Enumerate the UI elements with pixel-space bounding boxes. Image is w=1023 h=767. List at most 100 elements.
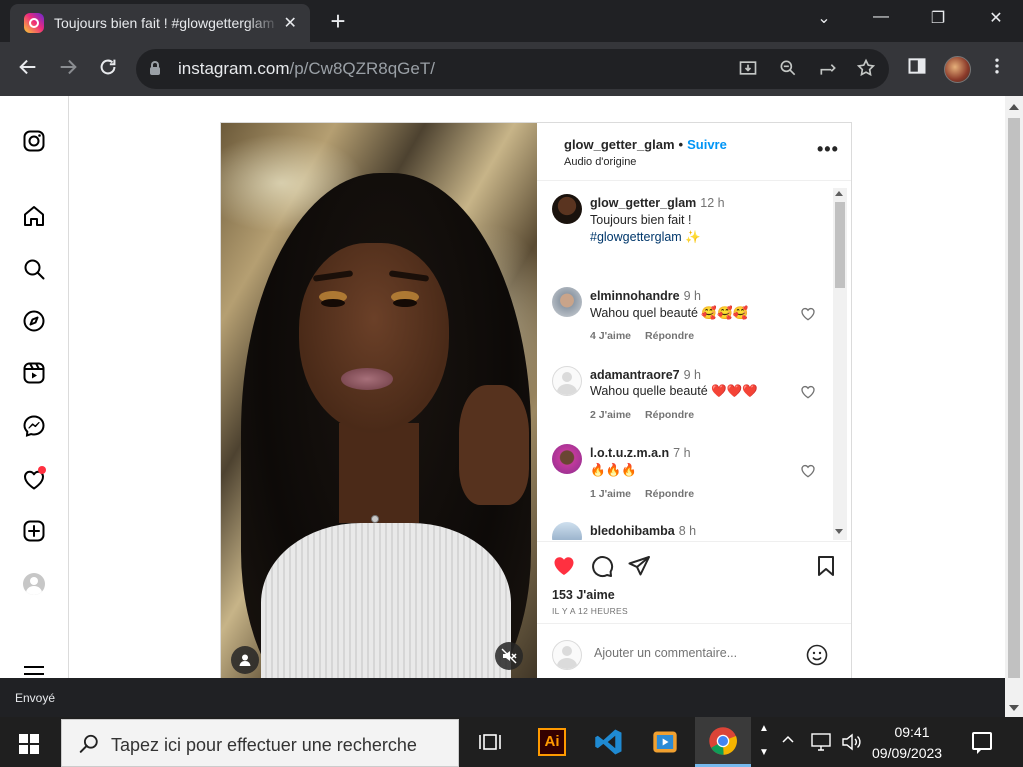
comment-avatar[interactable] bbox=[552, 287, 582, 317]
minimize-button[interactable]: — bbox=[866, 8, 896, 26]
install-app-icon[interactable] bbox=[737, 58, 759, 80]
like-comment-heart-icon[interactable] bbox=[800, 306, 816, 322]
illustrator-icon: Ai bbox=[538, 728, 566, 756]
illustrator-taskbar-button[interactable]: Ai bbox=[523, 717, 579, 767]
url-text[interactable]: instagram.com/p/Cw8QZR8qGeT/ bbox=[178, 59, 435, 79]
caption-time: 12 h bbox=[700, 196, 725, 210]
clock-date[interactable]: 09/09/2023 bbox=[872, 745, 942, 761]
home-icon[interactable] bbox=[22, 204, 46, 228]
tab-close-icon[interactable]: ✕ bbox=[280, 13, 300, 33]
more-menu-icon[interactable] bbox=[24, 666, 44, 678]
original-audio-link[interactable]: Audio d'origine bbox=[564, 156, 636, 168]
hashtag-link[interactable]: #glowgetterglam bbox=[590, 230, 682, 244]
address-bar[interactable]: instagram.com/p/Cw8QZR8qGeT/ bbox=[136, 49, 889, 89]
instagram-page: glow_getter_glam • Suivre Audio d'origine … bbox=[0, 96, 1005, 678]
comment-likes[interactable]: 1 J'aime bbox=[590, 488, 631, 500]
notification-center-icon[interactable] bbox=[972, 732, 992, 754]
reload-icon[interactable] bbox=[94, 56, 122, 84]
comment-bubble-icon[interactable] bbox=[590, 554, 614, 578]
current-user-avatar bbox=[552, 640, 582, 670]
emoji-picker-icon[interactable] bbox=[805, 643, 829, 667]
side-panel-icon[interactable] bbox=[904, 56, 930, 82]
more-options-icon[interactable]: ••• bbox=[817, 139, 839, 160]
page-scrollbar[interactable] bbox=[1005, 96, 1023, 717]
chrome-menu-icon[interactable] bbox=[984, 56, 1010, 82]
post-details-pane: glow_getter_glam • Suivre Audio d'origine … bbox=[537, 123, 851, 678]
clock-time[interactable]: 09:41 bbox=[892, 724, 932, 740]
share-icon[interactable] bbox=[817, 58, 839, 80]
tagged-people-button[interactable] bbox=[231, 646, 259, 674]
like-comment-heart-icon[interactable] bbox=[800, 463, 816, 479]
header-separator: • bbox=[678, 137, 684, 152]
caption-username[interactable]: glow_getter_glam 12 h bbox=[590, 196, 725, 210]
save-bookmark-icon[interactable] bbox=[814, 554, 838, 578]
browser-tab-bar: Toujours bien fait ! #glowgetterglam ✕ +… bbox=[0, 0, 1023, 42]
comment-username[interactable]: l.o.t.u.z.m.a.n 7 h bbox=[590, 446, 691, 460]
windows-start-icon[interactable] bbox=[19, 734, 39, 754]
network-icon[interactable] bbox=[810, 731, 832, 758]
reply-button[interactable]: Répondre bbox=[645, 409, 694, 421]
comment-likes[interactable]: 4 J'aime bbox=[590, 330, 631, 342]
search-icon bbox=[79, 734, 98, 753]
vscode-taskbar-button[interactable] bbox=[581, 717, 637, 767]
comment-text: 🔥🔥🔥 bbox=[590, 463, 637, 477]
explore-compass-icon[interactable] bbox=[22, 309, 46, 333]
post-video[interactable] bbox=[221, 123, 537, 678]
taskbar-search-box[interactable]: Tapez ici pour effectuer une recherche bbox=[61, 719, 459, 767]
search-icon[interactable] bbox=[22, 257, 46, 281]
mute-button[interactable] bbox=[495, 642, 523, 670]
forward-arrow-icon[interactable] bbox=[54, 56, 82, 84]
browser-tab-instagram[interactable]: Toujours bien fait ! #glowgetterglam ✕ bbox=[10, 4, 310, 42]
tab-title: Toujours bien fait ! #glowgetterglam bbox=[54, 15, 275, 31]
add-comment-input[interactable] bbox=[594, 646, 794, 660]
messenger-icon[interactable] bbox=[22, 414, 46, 438]
zoom-icon[interactable] bbox=[777, 58, 799, 80]
like-heart-icon[interactable] bbox=[552, 554, 576, 578]
comment-avatar[interactable] bbox=[552, 522, 582, 540]
comments-scrollbar[interactable] bbox=[833, 188, 847, 540]
task-view-button[interactable] bbox=[462, 717, 518, 767]
taskbar-overflow-arrows[interactable]: ▲ ▼ bbox=[753, 717, 773, 767]
profile-avatar[interactable] bbox=[944, 56, 971, 83]
comment-username[interactable]: adamantraore7 9 h bbox=[590, 368, 701, 382]
notifications-heart-icon[interactable] bbox=[22, 466, 46, 492]
comment-meta: 2 J'aime Répondre bbox=[590, 409, 694, 421]
show-hidden-icons-chevron-icon[interactable] bbox=[780, 731, 796, 752]
task-view-icon bbox=[479, 734, 501, 750]
new-tab-button[interactable]: + bbox=[324, 8, 352, 34]
comment-avatar[interactable] bbox=[552, 444, 582, 474]
media-player-taskbar-button[interactable] bbox=[637, 717, 693, 767]
notification-dot bbox=[38, 466, 46, 474]
chrome-taskbar-button[interactable] bbox=[695, 717, 751, 767]
reply-button[interactable]: Répondre bbox=[645, 330, 694, 342]
maximize-button[interactable]: ❐ bbox=[923, 8, 953, 28]
comments-list[interactable]: glow_getter_glam 12 h Toujours bien fait … bbox=[537, 182, 851, 540]
reply-button[interactable]: Répondre bbox=[645, 488, 694, 500]
follow-button[interactable]: Suivre bbox=[687, 137, 727, 152]
bookmark-star-icon[interactable] bbox=[855, 58, 877, 80]
back-arrow-icon[interactable] bbox=[14, 56, 42, 84]
tab-search-dropdown-icon[interactable]: ⌄ bbox=[809, 8, 839, 28]
post-author-username[interactable]: glow_getter_glam bbox=[564, 137, 675, 152]
like-comment-heart-icon[interactable] bbox=[800, 384, 816, 400]
profile-avatar-icon[interactable] bbox=[23, 573, 45, 595]
post-timestamp: IL Y A 12 HEURES bbox=[552, 606, 628, 616]
browser-toolbar: instagram.com/p/Cw8QZR8qGeT/ bbox=[0, 42, 1023, 96]
post-card: glow_getter_glam • Suivre Audio d'origine … bbox=[220, 122, 852, 678]
vscode-icon bbox=[595, 729, 622, 755]
likes-count[interactable]: 153 J'aime bbox=[552, 588, 615, 602]
create-post-icon[interactable] bbox=[22, 519, 46, 543]
reels-icon[interactable] bbox=[22, 361, 46, 385]
lock-icon[interactable] bbox=[150, 61, 160, 75]
comment-text: Wahou quelle beauté ❤️❤️❤️ bbox=[590, 384, 758, 398]
volume-icon[interactable] bbox=[840, 731, 862, 758]
comment-likes[interactable]: 2 J'aime bbox=[590, 409, 631, 421]
user-tag-icon bbox=[239, 654, 251, 666]
comment-username[interactable]: elminnohandre 9 h bbox=[590, 289, 701, 303]
instagram-logo-icon[interactable] bbox=[22, 129, 46, 153]
share-paper-plane-icon[interactable] bbox=[627, 554, 651, 578]
comment-username[interactable]: bledohibamba 8 h bbox=[590, 524, 696, 538]
comment-avatar[interactable] bbox=[552, 366, 582, 396]
author-avatar[interactable] bbox=[552, 194, 582, 224]
close-window-button[interactable]: ✕ bbox=[981, 8, 1011, 28]
